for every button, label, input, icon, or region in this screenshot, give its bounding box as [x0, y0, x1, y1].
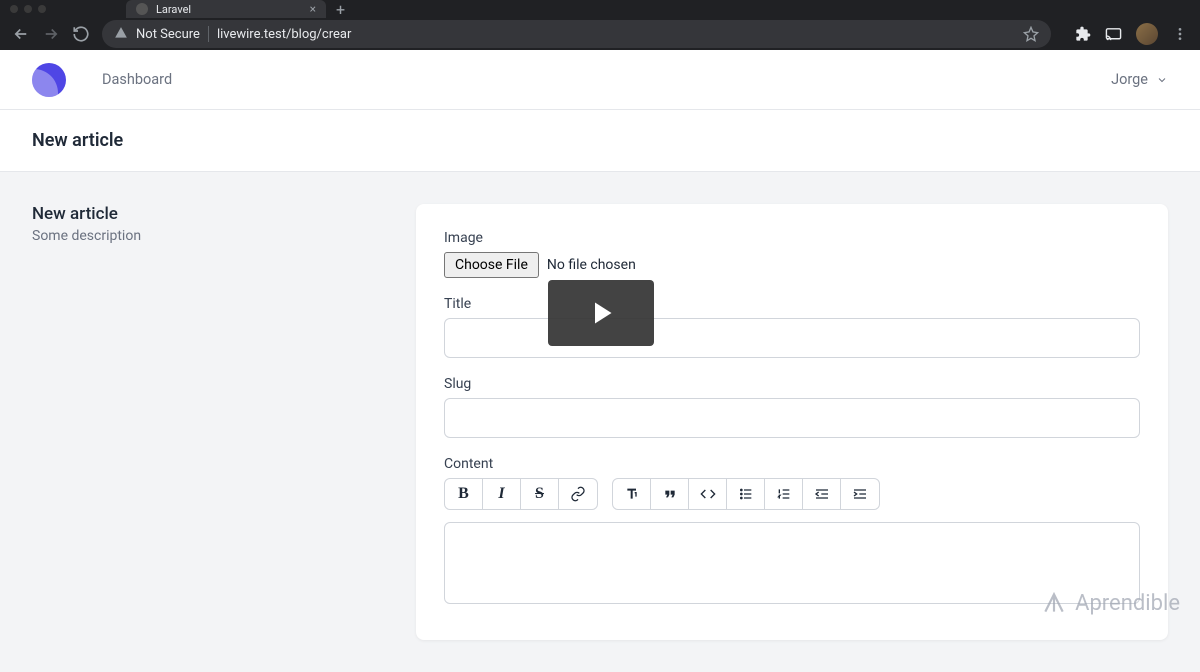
window-controls [10, 5, 46, 13]
field-content: Content B I S [444, 456, 1140, 604]
extensions-icon[interactable] [1075, 26, 1091, 42]
page-header: New article [0, 110, 1200, 172]
slug-label: Slug [444, 376, 1140, 392]
profile-avatar[interactable] [1136, 23, 1158, 45]
forward-button[interactable] [42, 25, 60, 43]
toolbar-group-format: B I S [444, 478, 598, 510]
bullet-list-button[interactable] [727, 479, 765, 509]
divider [208, 26, 209, 42]
form-card: Image Choose File No file chosen Title S… [416, 204, 1168, 640]
warning-icon [114, 25, 128, 44]
section-title: New article [32, 204, 384, 224]
watermark-text: Aprendible [1075, 591, 1180, 616]
image-label: Image [444, 230, 1140, 246]
content-editor[interactable] [444, 522, 1140, 604]
file-status-text: No file chosen [547, 257, 636, 273]
app-nav: Dashboard Jorge [0, 50, 1200, 110]
bold-button[interactable]: B [445, 479, 483, 509]
strike-button[interactable]: S [521, 479, 559, 509]
aprendible-logo-icon [1041, 590, 1067, 616]
field-slug: Slug [444, 376, 1140, 438]
choose-file-button[interactable]: Choose File [444, 252, 539, 278]
indent-button[interactable] [841, 479, 879, 509]
section-subtitle: Some description [32, 228, 384, 244]
tab-bar: Laravel × + [0, 0, 1200, 18]
main-content: New article Some description Image Choos… [0, 172, 1200, 672]
brand-watermark: Aprendible [1041, 590, 1180, 616]
slug-input[interactable] [444, 398, 1140, 438]
field-image: Image Choose File No file chosen [444, 230, 1140, 278]
address-bar[interactable]: Not Secure livewire.test/blog/crear [102, 20, 1051, 48]
close-tab-icon[interactable]: × [310, 2, 316, 16]
security-status: Not Secure [136, 27, 200, 42]
cast-icon[interactable] [1105, 26, 1122, 43]
heading-button[interactable] [613, 479, 651, 509]
tab-title: Laravel [156, 3, 302, 16]
user-name: Jorge [1111, 71, 1148, 88]
new-tab-button[interactable]: + [326, 0, 355, 19]
outdent-button[interactable] [803, 479, 841, 509]
back-button[interactable] [12, 25, 30, 43]
window-close[interactable] [10, 5, 18, 13]
nav-dashboard[interactable]: Dashboard [102, 71, 172, 88]
window-maximize[interactable] [38, 5, 46, 13]
browser-tab[interactable]: Laravel × [126, 0, 326, 18]
content-label: Content [444, 456, 1140, 472]
app-logo[interactable] [32, 63, 66, 97]
browser-chrome: Laravel × + Not Secure livewire.test/blo… [0, 0, 1200, 50]
numbered-list-button[interactable] [765, 479, 803, 509]
video-play-button[interactable] [548, 280, 654, 346]
user-menu[interactable]: Jorge [1111, 71, 1168, 88]
quote-button[interactable] [651, 479, 689, 509]
url-text: livewire.test/blog/crear [217, 27, 1015, 42]
section-description: New article Some description [32, 204, 384, 640]
reload-button[interactable] [72, 25, 90, 43]
chrome-right-icons [1075, 23, 1188, 45]
italic-button[interactable]: I [483, 479, 521, 509]
toolbar-group-block [612, 478, 880, 510]
window-minimize[interactable] [24, 5, 32, 13]
editor-toolbar: B I S [444, 478, 1140, 510]
url-bar-row: Not Secure livewire.test/blog/crear [0, 18, 1200, 50]
link-button[interactable] [559, 479, 597, 509]
page-title: New article [32, 130, 1168, 151]
star-icon[interactable] [1023, 26, 1039, 42]
chevron-down-icon [1156, 74, 1168, 86]
laravel-favicon-icon [136, 3, 148, 15]
code-button[interactable] [689, 479, 727, 509]
menu-icon[interactable] [1172, 26, 1188, 42]
